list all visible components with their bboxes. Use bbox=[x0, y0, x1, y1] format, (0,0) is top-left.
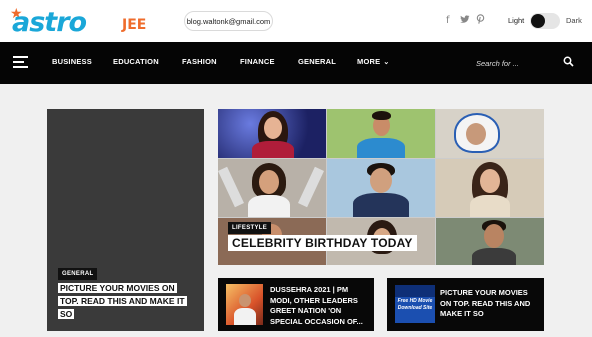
collage-photo bbox=[218, 159, 326, 217]
card-thumbnail: Free HD Movie Download Site bbox=[395, 285, 435, 323]
nav-item-education[interactable]: EDUCATION bbox=[113, 57, 159, 66]
dark-mode-toggle[interactable] bbox=[530, 13, 560, 29]
nav-item-business[interactable]: BUSINESS bbox=[52, 57, 92, 66]
article-card[interactable]: Free HD Movie Download Site PICTURE YOUR… bbox=[387, 278, 544, 331]
chevron-down-icon: ⌄ bbox=[383, 59, 390, 66]
feature-main-title[interactable]: CELEBRITY BIRTHDAY TODAY bbox=[228, 235, 417, 251]
feature-left-title[interactable]: PICTURE YOUR MOVIES ON TOP. READ THIS AN… bbox=[58, 282, 190, 321]
facebook-icon[interactable]: f bbox=[446, 15, 450, 26]
article-card[interactable]: DUSSEHRA 2021 | PM MODI, OTHER LEADERS G… bbox=[218, 278, 374, 331]
collage-photo bbox=[327, 159, 435, 217]
pinterest-icon[interactable] bbox=[476, 14, 485, 27]
search-icon[interactable] bbox=[563, 56, 574, 67]
collage-photo bbox=[218, 109, 326, 158]
email-link[interactable]: blog.waltonk@gmail.com bbox=[184, 11, 273, 31]
card-title[interactable]: DUSSEHRA 2021 | PM MODI, OTHER LEADERS G… bbox=[270, 285, 370, 327]
card-thumbnail bbox=[226, 284, 263, 325]
toggle-knob bbox=[531, 14, 545, 28]
thumb-text: Free HD Movie Download Site bbox=[397, 298, 433, 311]
menu-icon[interactable] bbox=[13, 56, 28, 68]
site-logo[interactable]: ★ astro JEE bbox=[10, 5, 162, 38]
logo-text: astro bbox=[12, 7, 87, 38]
nav-item-more[interactable]: MORE ⌄ bbox=[357, 57, 389, 66]
collage-photo bbox=[436, 109, 544, 158]
collage-photo bbox=[436, 218, 544, 265]
collage-photo bbox=[436, 159, 544, 217]
dark-mode-label: Dark bbox=[566, 16, 582, 25]
nav-item-finance[interactable]: FINANCE bbox=[240, 57, 275, 66]
nav-item-fashion[interactable]: FASHION bbox=[182, 57, 217, 66]
nav-more-label: MORE bbox=[357, 57, 381, 66]
category-badge[interactable]: LIFESTYLE bbox=[228, 222, 272, 234]
category-badge[interactable]: GENERAL bbox=[58, 268, 98, 280]
twitter-icon[interactable] bbox=[460, 14, 470, 27]
card-title[interactable]: PICTURE YOUR MOVIES ON TOP. READ THIS AN… bbox=[440, 288, 540, 320]
top-bar: ★ astro JEE blog.waltonk@gmail.com f Lig… bbox=[0, 0, 592, 42]
search-input[interactable] bbox=[476, 55, 556, 71]
main-nav: BUSINESS EDUCATION FASHION FINANCE GENER… bbox=[0, 42, 592, 84]
light-mode-label: Light bbox=[508, 16, 525, 25]
nav-item-general[interactable]: GENERAL bbox=[298, 57, 336, 66]
collage-photo bbox=[327, 109, 435, 158]
feature-card-left[interactable]: GENERAL PICTURE YOUR MOVIES ON TOP. READ… bbox=[47, 109, 204, 331]
logo-sub-text: JEE bbox=[122, 17, 147, 33]
